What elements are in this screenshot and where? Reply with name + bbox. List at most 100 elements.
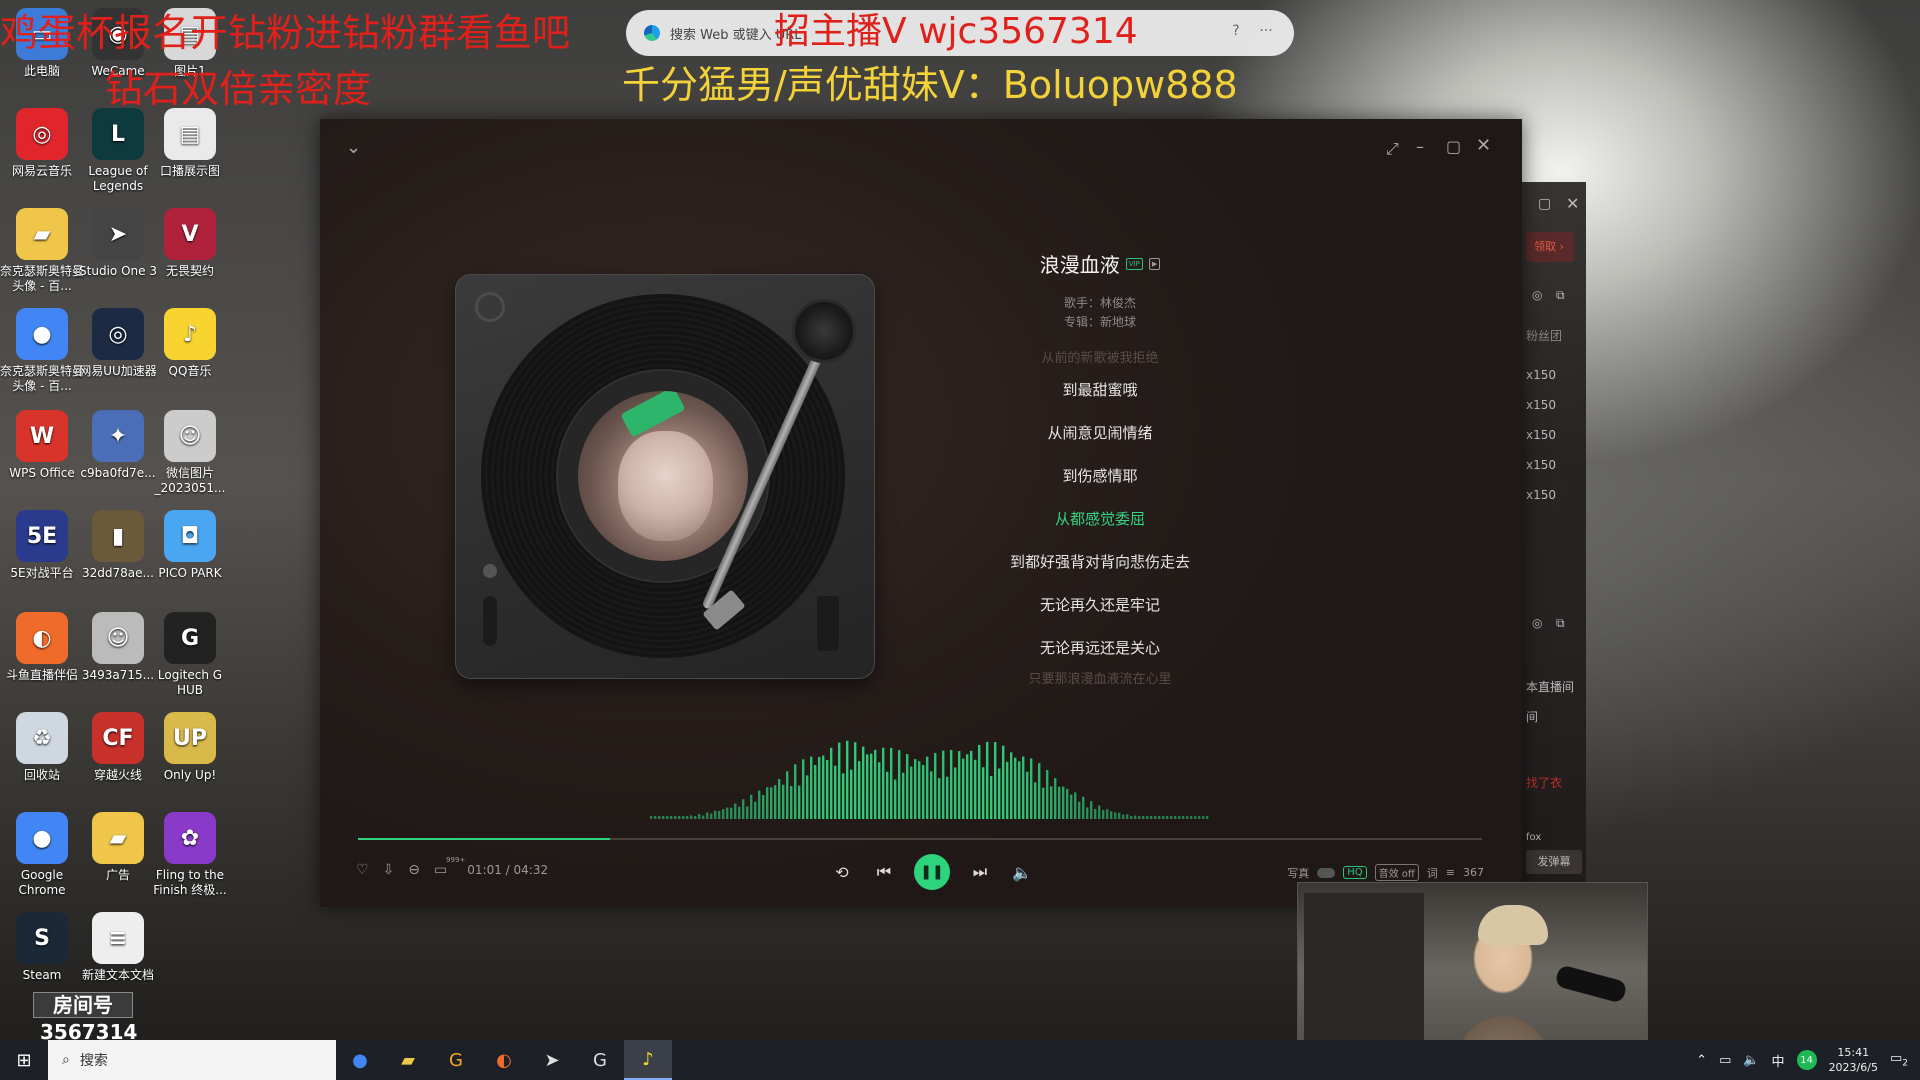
mv-badge[interactable]: ▶ xyxy=(1148,257,1161,270)
desktop-icon[interactable]: ▤ 口播展示图 xyxy=(148,108,232,179)
close-icon[interactable]: ✕ xyxy=(1566,194,1579,213)
minimize-icon[interactable]: – xyxy=(1416,137,1424,156)
lyric-line[interactable]: 到伤感情耶 xyxy=(940,455,1260,498)
collapse-chevron-icon[interactable]: ⌄ xyxy=(346,137,361,158)
chrome-taskbar-icon[interactable]: ● xyxy=(336,1040,384,1080)
danmaku-button[interactable]: 发弹幕 xyxy=(1526,850,1582,874)
visualizer-bar xyxy=(1114,812,1117,819)
lyric-line[interactable]: 到最甜蜜哦 xyxy=(940,369,1260,412)
download-icon[interactable]: ⇩ xyxy=(383,862,395,878)
visualizer-bar xyxy=(654,816,657,819)
more-icon[interactable]: ··· xyxy=(1256,23,1276,43)
share-icon[interactable]: ⧉ xyxy=(1556,616,1565,631)
visualizer-bar xyxy=(862,746,865,819)
photo-mode-toggle[interactable] xyxy=(1317,867,1336,878)
desktop-icon[interactable]: ✿ Fling to the Finish 终极... xyxy=(148,812,232,898)
desktop-icon[interactable]: G Logitech G HUB xyxy=(148,612,232,698)
desktop-icon[interactable]: ● Google Chrome xyxy=(0,812,84,898)
help-icon[interactable]: ? xyxy=(1226,23,1246,43)
desktop-icon-label: 口播展示图 xyxy=(159,164,220,178)
tray-app-badge[interactable]: 14 xyxy=(1796,1050,1817,1070)
taskbar-clock[interactable]: 15:41 2023/6/5 xyxy=(1829,1045,1878,1075)
desktop-icon[interactable]: ▰ 奈克瑟斯奥特曼头像 - 百... xyxy=(0,208,84,294)
desktop-icon[interactable]: 5E 5E对战平台 xyxy=(0,510,84,581)
vinyl-record xyxy=(483,296,843,656)
desktop-icon[interactable]: ● 奈克瑟斯奥特曼头像 - 百... xyxy=(0,308,84,394)
share-icon[interactable]: ⧉ xyxy=(1556,288,1565,303)
file-explorer-taskbar-icon[interactable]: ▰ xyxy=(384,1040,432,1080)
settings-icon[interactable]: ◎ xyxy=(1532,616,1542,630)
pause-button[interactable]: ❚❚ xyxy=(914,854,950,890)
previous-icon[interactable]: ⏮ xyxy=(872,862,896,882)
quality-button[interactable]: HQ xyxy=(1343,866,1367,879)
logitech-taskbar-icon[interactable]: G xyxy=(576,1040,624,1080)
lyric-line[interactable]: 无论再远还是关心 xyxy=(940,627,1260,670)
edge-taskbar-icon[interactable]: G xyxy=(432,1040,480,1080)
desktop-icon-label: 新建文本文档 xyxy=(81,968,154,982)
desktop-icon[interactable]: ◘ PICO PARK xyxy=(148,510,232,581)
desktop-app-icon: ☺ xyxy=(164,410,216,462)
desktop-icon[interactable]: ◎ 网易云音乐 xyxy=(0,108,84,179)
progress-bar[interactable] xyxy=(358,838,1482,840)
lyric-line[interactable]: 从前的新歌被我拒绝 xyxy=(940,349,1260,369)
lyric-button[interactable]: 词 xyxy=(1427,865,1438,881)
desktop-icon[interactable]: UP Only Up! xyxy=(148,712,232,783)
desktop-icon[interactable]: V 无畏契约 xyxy=(148,208,232,279)
visualizer-bar xyxy=(1190,816,1193,819)
visualizer-bar xyxy=(1046,769,1049,819)
visualizer-bar xyxy=(1174,816,1177,819)
recruit-banner: 招主播V wjc3567314 xyxy=(774,11,1138,52)
claim-button[interactable]: 领取 › xyxy=(1526,232,1574,262)
vip-badge: VIP xyxy=(1125,257,1143,270)
comment-icon[interactable]: ▭ 999+ xyxy=(434,856,465,878)
lyric-line[interactable]: 只要那浪漫血液流在心里 xyxy=(940,670,1260,690)
lyric-line[interactable]: 从都感觉委屈 xyxy=(940,498,1260,541)
visualizer-bar xyxy=(682,816,685,819)
taskbar-search[interactable]: ⌕ 搜索 xyxy=(48,1040,336,1080)
artist-label[interactable]: 歌手：林俊杰 xyxy=(960,294,1240,313)
dislike-icon[interactable]: ⊖ xyxy=(408,862,420,878)
volume-icon[interactable]: 🔈 xyxy=(1743,1053,1759,1068)
desktop-icon[interactable]: ♻ 回收站 xyxy=(0,712,84,783)
qq-music-taskbar-icon[interactable]: ♪ xyxy=(624,1040,672,1080)
lyric-line[interactable]: 到都好强背对背向悲伤走去 xyxy=(940,541,1260,584)
network-icon[interactable]: ▭ xyxy=(1719,1053,1731,1068)
windows-start-icon[interactable]: ⊞ xyxy=(0,1040,48,1080)
next-icon[interactable]: ⏭ xyxy=(968,862,992,882)
ime-indicator[interactable]: 中 xyxy=(1772,1051,1785,1070)
heart-icon[interactable]: ♡ xyxy=(356,862,369,878)
volume-icon[interactable]: 🔈 xyxy=(1010,863,1034,882)
loop-icon[interactable]: ⟲ xyxy=(830,863,854,882)
playlist-icon[interactable]: ≡ xyxy=(1446,866,1455,879)
visualizer-bar xyxy=(950,749,953,819)
desktop-icon[interactable]: ♪ QQ音乐 xyxy=(148,308,232,379)
visualizer-bar xyxy=(910,766,913,819)
visualizer-bar xyxy=(1010,752,1013,819)
desktop-app-icon: ▮ xyxy=(92,510,144,562)
maximize-icon[interactable]: ▢ xyxy=(1538,196,1551,212)
fullscreen-icon[interactable]: ⤢ xyxy=(1386,139,1399,159)
desktop-icon[interactable]: W WPS Office xyxy=(0,410,84,481)
visualizer-bar xyxy=(854,742,857,819)
desktop-icon[interactable]: ☺ 微信图片_2023051... xyxy=(148,410,232,496)
visualizer-bar xyxy=(922,764,925,819)
desktop-icon[interactable]: ≡ 新建文本文档 xyxy=(76,912,160,983)
notifications-icon[interactable]: ▭2 xyxy=(1890,1051,1908,1069)
studio-one-taskbar-icon[interactable]: ➤ xyxy=(528,1040,576,1080)
desktop-icon[interactable]: S Steam xyxy=(0,912,84,983)
settings-icon[interactable]: ◎ xyxy=(1532,288,1542,302)
douyu-taskbar-icon[interactable]: ◐ xyxy=(480,1040,528,1080)
close-icon[interactable]: ✕ xyxy=(1476,135,1491,156)
maximize-icon[interactable]: ▢ xyxy=(1446,137,1461,156)
desktop-icon[interactable]: ◐ 斗鱼直播伴侣 xyxy=(0,612,84,683)
visualizer-bar xyxy=(1186,816,1189,819)
sound-effect-button[interactable]: 音效 off xyxy=(1374,864,1419,881)
visualizer-bar xyxy=(870,753,873,819)
photo-mode-label[interactable]: 写真 xyxy=(1287,865,1309,881)
lyric-line[interactable]: 无论再久还是牢记 xyxy=(940,584,1260,627)
tray-chevron-icon[interactable]: ⌃ xyxy=(1696,1053,1707,1068)
visualizer-bar xyxy=(838,742,841,819)
lyric-line[interactable]: 从闹意见闹情绪 xyxy=(940,412,1260,455)
visualizer-bar xyxy=(714,810,717,819)
album-label[interactable]: 专辑：新地球 xyxy=(960,313,1240,332)
